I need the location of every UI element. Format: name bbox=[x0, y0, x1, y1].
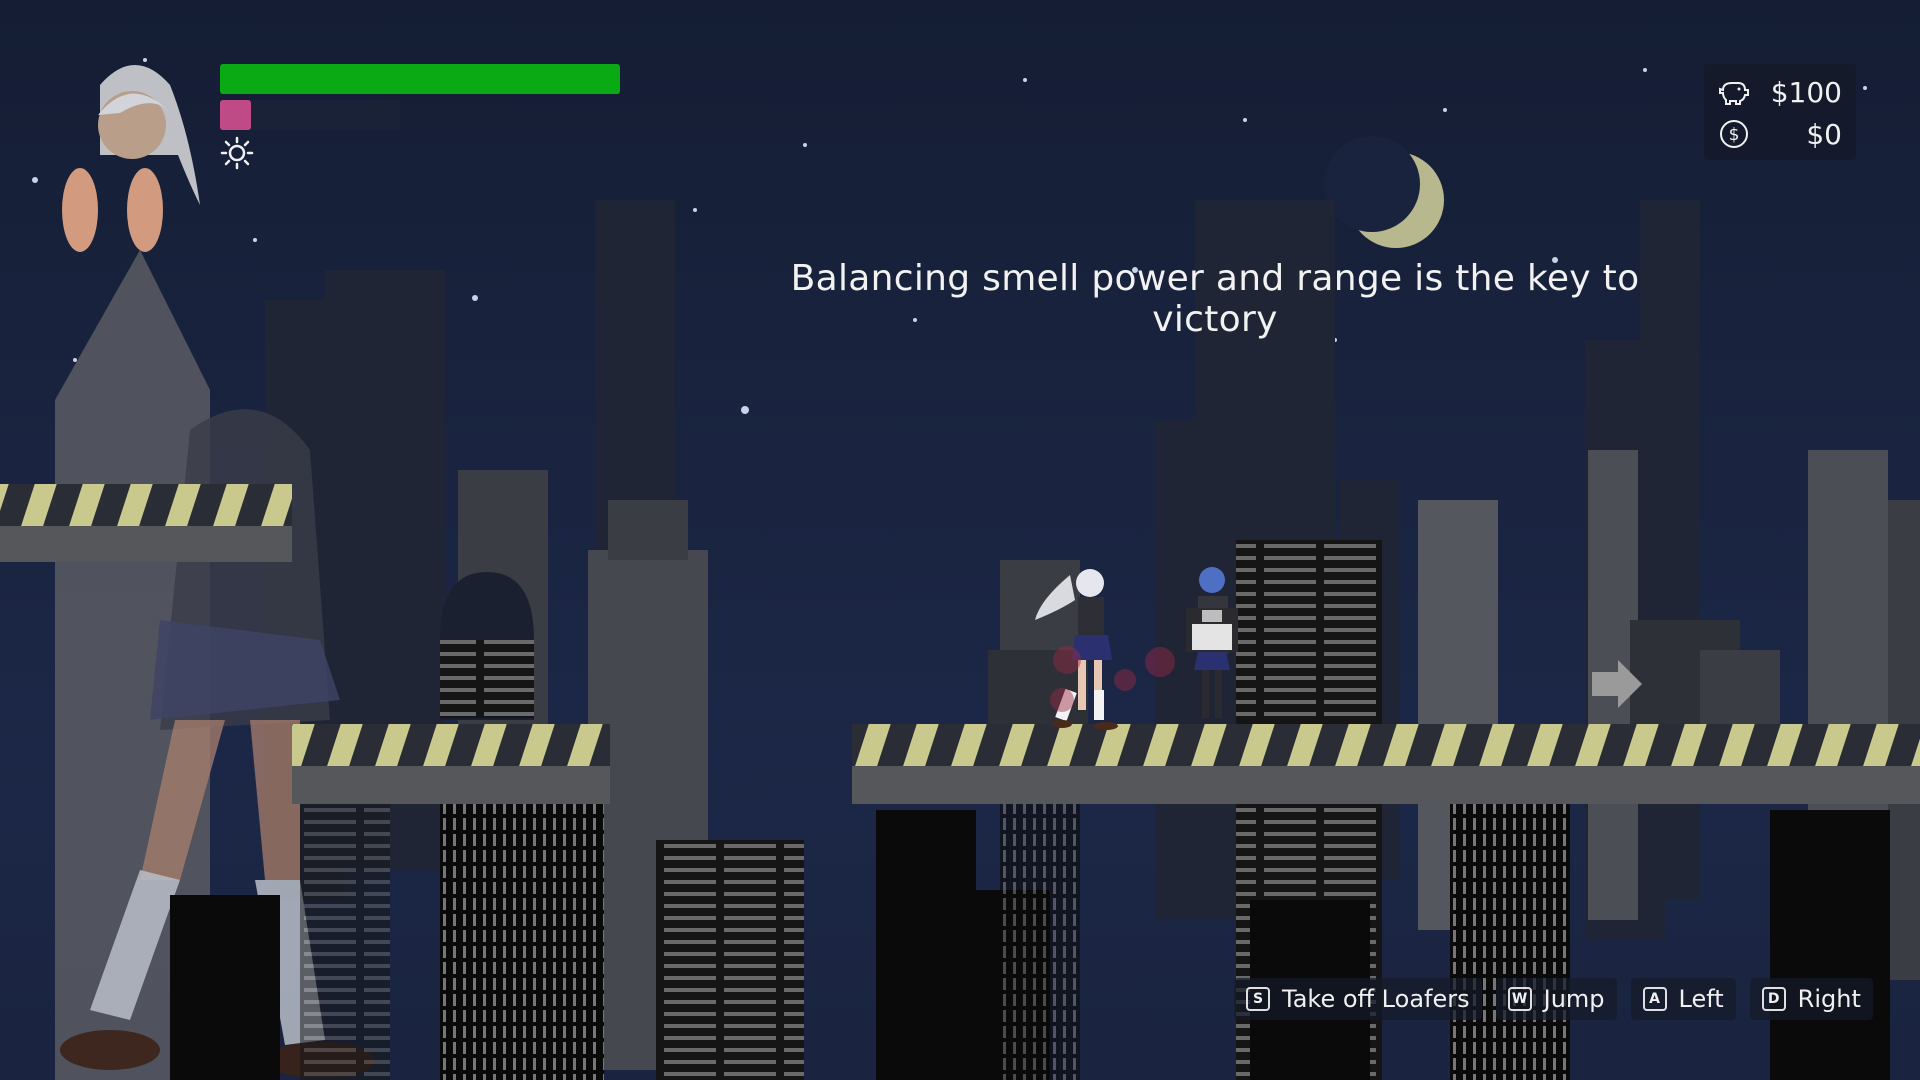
tip-message: Balancing smell power and range is the k… bbox=[790, 258, 1640, 340]
game-world bbox=[0, 58, 1920, 1080]
cash-row: $ $0 bbox=[1718, 114, 1842, 154]
key-a: A bbox=[1642, 987, 1667, 1011]
control-label: Left bbox=[1678, 985, 1724, 1013]
savings-row: $100 bbox=[1718, 72, 1842, 112]
svg-text:$: $ bbox=[1729, 125, 1740, 145]
control-label: Take off Loafers bbox=[1282, 985, 1470, 1013]
platform-main bbox=[852, 724, 1920, 804]
key-w: W bbox=[1507, 987, 1532, 1011]
sun-icon bbox=[220, 136, 254, 170]
key-s: S bbox=[1246, 987, 1270, 1011]
platform-upper-left bbox=[0, 484, 292, 562]
money-panel: $100 $ $0 bbox=[1704, 64, 1856, 160]
key-d: D bbox=[1761, 987, 1786, 1011]
control-label: Right bbox=[1797, 985, 1861, 1013]
control-right[interactable]: D Right bbox=[1749, 978, 1873, 1020]
control-take-off-loafers[interactable]: S Take off Loafers bbox=[1234, 978, 1482, 1020]
control-hints: S Take off Loafers W Jump A Left D Right bbox=[1234, 978, 1873, 1020]
piggy-bank-icon bbox=[1719, 82, 1749, 105]
savings-amount: $100 bbox=[1770, 75, 1842, 109]
moon bbox=[1324, 136, 1444, 248]
control-left[interactable]: A Left bbox=[1630, 978, 1736, 1020]
smell-bar-fill bbox=[220, 100, 251, 130]
control-jump[interactable]: W Jump bbox=[1495, 978, 1617, 1020]
health-bar bbox=[220, 64, 620, 94]
cash-amount: $0 bbox=[1806, 117, 1842, 151]
platform-lower-left bbox=[292, 724, 610, 804]
player-portrait bbox=[62, 65, 200, 252]
dollar-coin-icon: $ bbox=[1720, 120, 1748, 148]
control-label: Jump bbox=[1543, 985, 1605, 1013]
